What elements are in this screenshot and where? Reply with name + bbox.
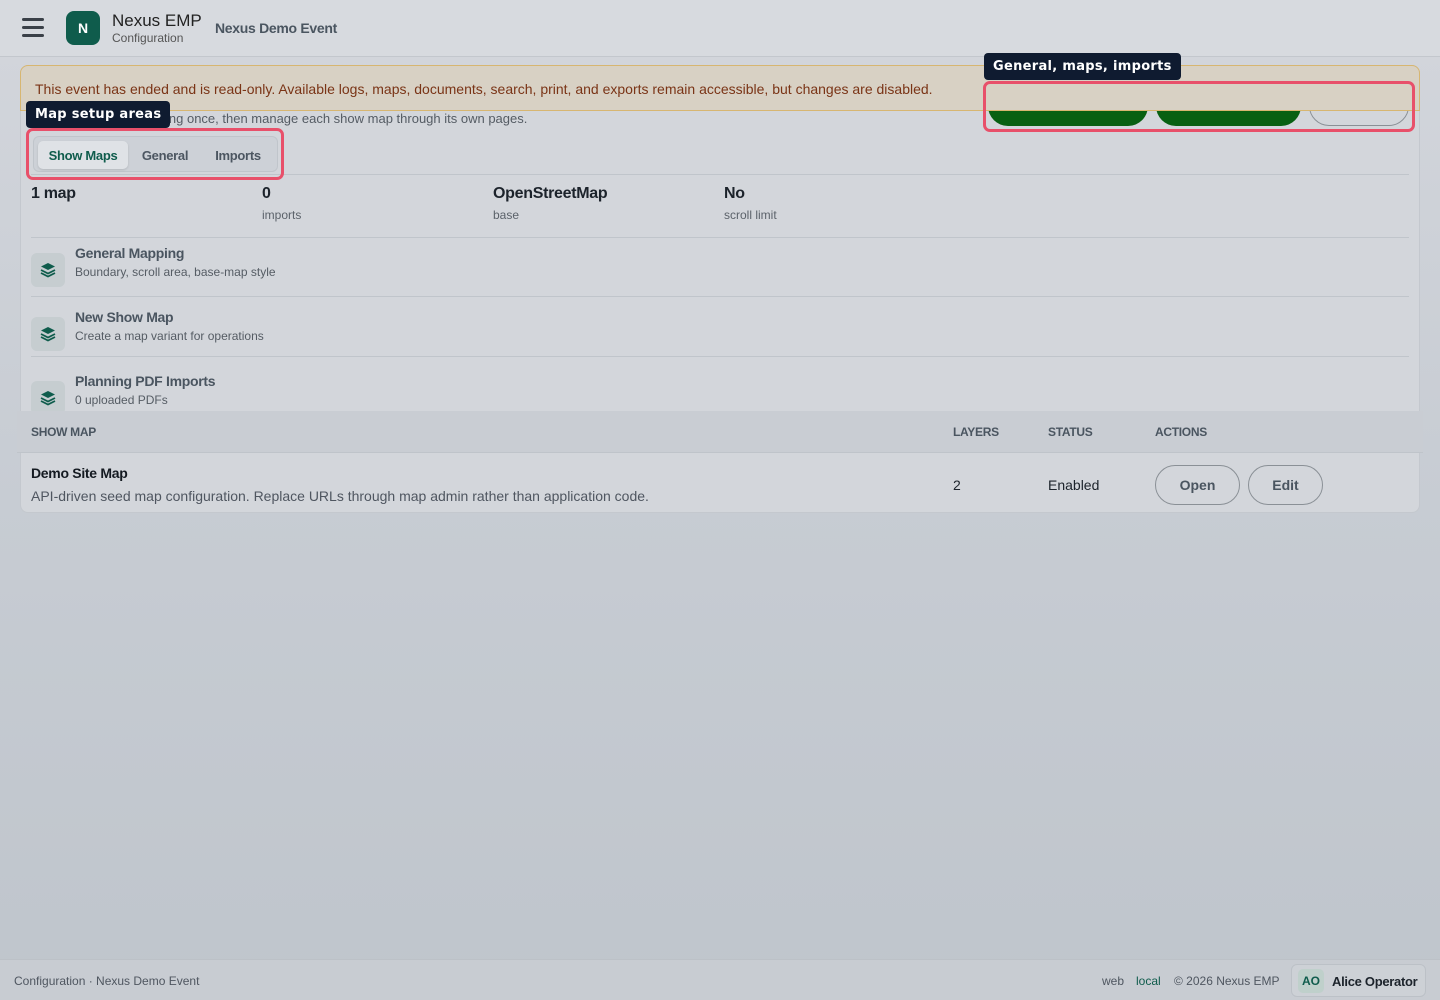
app-section: Configuration — [112, 31, 184, 45]
stat-value: OpenStreetMap — [493, 185, 608, 202]
divider — [31, 237, 1409, 238]
stat-label: imports — [262, 208, 302, 222]
edit-map-button[interactable]: Edit — [1248, 465, 1323, 505]
avatar: AO — [1298, 969, 1324, 993]
section-title: General Mapping — [75, 245, 185, 261]
footer-channel: web — [1102, 974, 1125, 988]
user-menu[interactable]: AO Alice Operator — [1291, 964, 1426, 997]
stat-maps: 1 map — [31, 185, 76, 208]
column-header-layers[interactable]: LAYERS — [953, 425, 999, 439]
footer: Configuration · Nexus Demo Event web loc… — [0, 959, 1440, 1000]
stat-label: scroll limit — [724, 208, 777, 222]
map-name[interactable]: Demo Site Map — [31, 465, 128, 481]
stat-label: base — [493, 208, 520, 222]
section-subtitle: Create a map variant for operations — [75, 329, 264, 343]
table-header: SHOW MAP LAYERS STATUS ACTIONS — [17, 411, 1423, 453]
column-header-show-map[interactable]: SHOW MAP — [31, 425, 96, 439]
layers-icon — [31, 381, 65, 415]
hamburger-menu-icon[interactable] — [22, 17, 46, 37]
stat-value: 1 map — [31, 185, 76, 202]
stat-imports: 0 imports — [262, 185, 301, 222]
actions-highlight — [983, 81, 1415, 132]
stat-value: 0 — [262, 185, 271, 202]
footer-copyright: © 2026 Nexus EMP — [1174, 974, 1280, 988]
section-general-mapping[interactable]: General Mapping Boundary, scroll area, b… — [31, 245, 1409, 295]
section-subtitle: 0 uploaded PDFs — [75, 393, 168, 407]
section-new-show-map[interactable]: New Show Map Create a map variant for op… — [31, 309, 1409, 359]
column-header-actions: ACTIONS — [1155, 425, 1207, 439]
section-title: New Show Map — [75, 309, 174, 325]
layers-icon — [31, 253, 65, 287]
open-map-button[interactable]: Open — [1155, 465, 1240, 505]
divider — [31, 356, 1409, 357]
column-header-status[interactable]: STATUS — [1048, 425, 1093, 439]
stat-base: OpenStreetMap base — [493, 185, 608, 222]
map-setup-tooltip: Map setup areas — [26, 101, 171, 128]
app-name: Nexus EMP — [112, 11, 202, 30]
layers-icon — [31, 317, 65, 351]
app-logo: N — [66, 11, 100, 45]
section-subtitle: Boundary, scroll area, base-map style — [75, 265, 276, 279]
stat-scroll-limit: No scroll limit — [724, 185, 777, 222]
footer-context: Configuration · Nexus Demo Event — [14, 974, 200, 988]
user-name: Alice Operator — [1332, 974, 1418, 989]
general-actions-tooltip: General, maps, imports — [984, 53, 1181, 80]
section-title: Planning PDF Imports — [75, 373, 216, 389]
divider — [31, 296, 1409, 297]
footer-environment: local — [1136, 974, 1161, 988]
top-bar: N Nexus EMP Configuration Nexus Demo Eve… — [0, 0, 1440, 57]
intro-text: ing once, then manage each show map thro… — [166, 111, 528, 126]
map-description: API-driven seed map configuration. Repla… — [31, 488, 649, 504]
event-name[interactable]: Nexus Demo Event — [215, 20, 337, 36]
map-layers: 2 — [953, 477, 961, 493]
tabs-highlight — [26, 128, 284, 180]
map-status: Enabled — [1048, 477, 1100, 493]
stat-value: No — [724, 185, 745, 202]
